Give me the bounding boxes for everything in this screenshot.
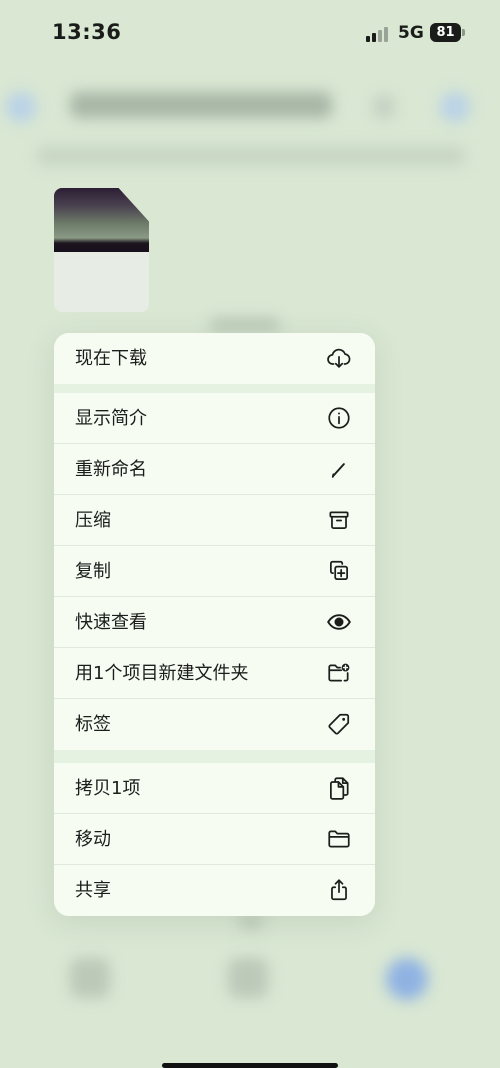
status-time: 13:36 <box>52 20 122 44</box>
menu-item-label: 拷贝1项 <box>75 778 141 799</box>
menu-item-label: 用1个项目新建文件夹 <box>75 663 249 684</box>
blurred-file-caption <box>210 318 280 332</box>
menu-item-label: 显示简介 <box>75 408 147 429</box>
folder-icon <box>326 826 352 852</box>
menu-item-label: 共享 <box>75 880 111 901</box>
menu-group-actions: 显示简介 重新命名 压缩 复制 快速查看 用1个项目新建文件夹 标签 <box>54 393 375 750</box>
menu-item-label: 压缩 <box>75 510 111 531</box>
blurred-tab-browse <box>386 958 428 1000</box>
pencil-icon <box>326 456 352 482</box>
menu-item-label: 现在下载 <box>75 348 147 369</box>
duplicate-icon <box>326 558 352 584</box>
blurred-search-bar <box>36 146 466 166</box>
blurred-back-button <box>6 92 36 122</box>
battery-icon: 81 <box>430 23 461 42</box>
menu-item-new-folder-with-item[interactable]: 用1个项目新建文件夹 <box>54 648 375 699</box>
menu-item-label: 复制 <box>75 561 111 582</box>
menu-item-label: 移动 <box>75 829 111 850</box>
cloud-download-icon <box>326 345 352 371</box>
file-preview-blank <box>54 258 149 312</box>
blurred-tab-shared <box>228 958 268 998</box>
menu-item-duplicate[interactable]: 复制 <box>54 546 375 597</box>
menu-item-get-info[interactable]: 显示简介 <box>54 393 375 444</box>
menu-group-file-ops: 拷贝1项 移动 共享 <box>54 763 375 916</box>
context-menu: 现在下载 显示简介 重新命名 压缩 复制 快速查看 用1个项目新建文件夹 标签 … <box>54 333 375 916</box>
menu-item-label: 快速查看 <box>75 612 147 633</box>
home-indicator[interactable] <box>162 1063 338 1068</box>
blurred-tab-recents <box>70 958 110 998</box>
copy-documents-icon <box>326 775 352 801</box>
menu-item-move[interactable]: 移动 <box>54 814 375 865</box>
blurred-nav-title <box>70 92 332 118</box>
menu-item-quick-look[interactable]: 快速查看 <box>54 597 375 648</box>
menu-item-download-now[interactable]: 现在下载 <box>54 333 375 384</box>
menu-item-label: 标签 <box>75 714 111 735</box>
menu-group-download: 现在下载 <box>54 333 375 384</box>
menu-item-tags[interactable]: 标签 <box>54 699 375 750</box>
menu-item-copy-one-item[interactable]: 拷贝1项 <box>54 763 375 814</box>
network-type: 5G <box>398 23 424 43</box>
menu-item-label: 重新命名 <box>75 459 147 480</box>
share-icon <box>326 877 352 903</box>
archive-box-icon <box>326 507 352 533</box>
folder-add-icon <box>326 660 352 686</box>
file-thumbnail[interactable] <box>54 188 149 312</box>
tag-icon <box>326 711 352 737</box>
menu-item-compress[interactable]: 压缩 <box>54 495 375 546</box>
cellular-signal-icon <box>366 26 392 42</box>
eye-icon <box>326 609 352 635</box>
info-icon <box>326 405 352 431</box>
blurred-more-button <box>440 92 470 122</box>
blurred-nav-icon <box>374 96 394 118</box>
menu-item-rename[interactable]: 重新命名 <box>54 444 375 495</box>
battery-tip <box>462 29 465 36</box>
menu-item-share[interactable]: 共享 <box>54 865 375 916</box>
